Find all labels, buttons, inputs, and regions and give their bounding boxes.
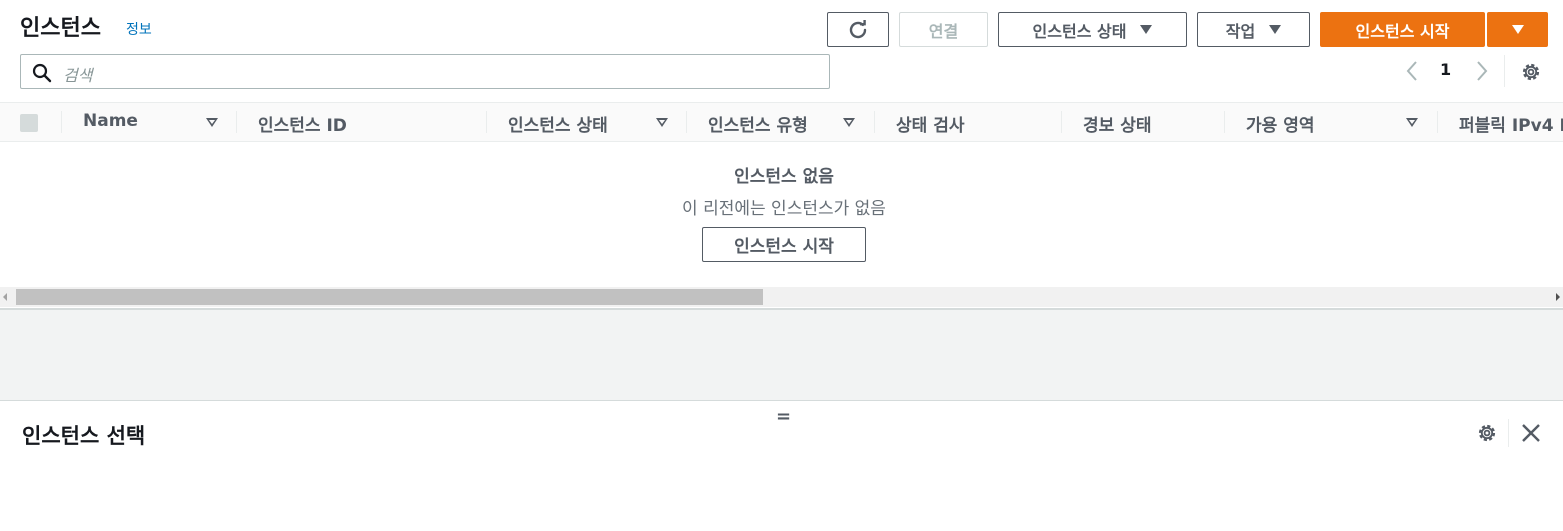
column-header-public-ipv4-dns[interactable]: 퍼블릭 IPv4 D [1459, 111, 1563, 136]
empty-state-title: 인스턴스 없음 [734, 167, 834, 187]
connect-label: 연결 [928, 21, 959, 41]
launch-instances-button[interactable]: 인스턴스 시작 [1320, 12, 1485, 47]
select-all-checkbox[interactable] [20, 114, 38, 132]
connect-button[interactable]: 연결 [899, 12, 988, 47]
launch-instances-label: 인스턴스 시작 [1355, 21, 1450, 41]
refresh-icon [849, 19, 867, 38]
column-header-status-check[interactable]: 상태 검사 [896, 111, 964, 136]
chevron-right-icon[interactable] [1475, 60, 1489, 82]
page-title: 인스턴스 [20, 16, 101, 41]
column-divider [236, 111, 237, 133]
drag-handle[interactable]: = [776, 406, 791, 427]
column-header-alarm-status[interactable]: 경보 상태 [1083, 111, 1151, 136]
column-header-availability-zone[interactable]: 가용 영역 [1246, 111, 1314, 136]
column-divider [1437, 111, 1438, 133]
sort-icon[interactable] [206, 118, 218, 127]
column-header-instance-state[interactable]: 인스턴스 상태 [508, 111, 608, 136]
column-divider [686, 111, 687, 133]
chevron-left-icon[interactable] [1405, 60, 1419, 82]
panel-header-divider [1508, 419, 1509, 447]
launch-options-dropdown[interactable] [1487, 12, 1548, 47]
gear-icon[interactable] [1520, 61, 1542, 83]
search-placeholder: 검색 [63, 66, 93, 85]
scroll-left-arrow-icon[interactable] [3, 293, 7, 301]
column-header-instance-id[interactable]: 인스턴스 ID [258, 111, 347, 136]
column-header-instance-type[interactable]: 인스턴스 유형 [708, 111, 808, 136]
scrollbar-thumb[interactable] [16, 289, 763, 305]
column-divider [1061, 111, 1062, 133]
empty-launch-instances-button[interactable]: 인스턴스 시작 [702, 227, 866, 262]
sort-icon[interactable] [843, 118, 855, 127]
close-icon[interactable] [1521, 423, 1541, 443]
pager-divider [1504, 55, 1505, 87]
column-divider [486, 111, 487, 133]
column-divider [874, 111, 875, 133]
sort-icon[interactable] [656, 118, 668, 127]
empty-state-description: 이 리전에는 인스턴스가 없음 [682, 199, 886, 219]
info-link[interactable]: 정보 [126, 19, 152, 39]
details-panel-title: 인스턴스 선택 [22, 424, 146, 448]
actions-dropdown[interactable]: 작업 [1197, 12, 1310, 47]
instance-state-label: 인스턴스 상태 [1032, 21, 1127, 41]
caret-down-icon [1511, 25, 1524, 34]
horizontal-scrollbar[interactable] [0, 287, 1563, 307]
caret-down-icon [1140, 25, 1153, 34]
split-panel-divider [0, 400, 1563, 401]
search-icon [32, 63, 52, 83]
sort-icon[interactable] [1406, 118, 1418, 127]
page-number[interactable]: 1 [1440, 60, 1451, 79]
search-input[interactable]: 검색 [20, 54, 830, 89]
actions-label: 작업 [1225, 21, 1256, 41]
refresh-button[interactable] [827, 12, 889, 47]
ec2-instances-page: 인스턴스 정보 연결 인스턴스 상태 작업 인스턴스 시작 검색 1 Name … [0, 0, 1563, 531]
instance-state-dropdown[interactable]: 인스턴스 상태 [998, 12, 1187, 47]
column-divider [1224, 111, 1225, 133]
table-header: Name 인스턴스 ID 인스턴스 상태 인스턴스 유형 상태 검사 경보 상태… [0, 102, 1563, 142]
gear-icon[interactable] [1476, 422, 1498, 444]
scroll-right-arrow-icon[interactable] [1556, 293, 1560, 301]
column-header-name[interactable]: Name [83, 111, 138, 131]
caret-down-icon [1269, 25, 1282, 34]
column-divider [61, 111, 62, 133]
content-gap [0, 310, 1563, 400]
